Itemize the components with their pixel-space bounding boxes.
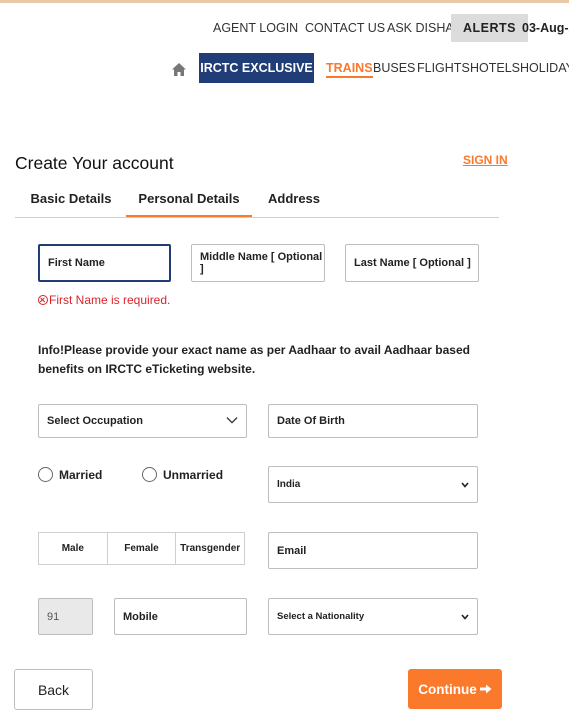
gender-female-button[interactable]: Female	[108, 533, 177, 564]
nav-trains[interactable]: TRAINS	[326, 53, 373, 83]
main-nav: IRCTC EXCLUSIVE TRAINS BUSES FLIGHTS HOT…	[0, 53, 569, 83]
date-of-birth-input[interactable]: Date Of Birth	[268, 404, 478, 438]
ask-disha-link[interactable]: ASK DISHA	[387, 14, 454, 42]
tab-personal-details[interactable]: Personal Details	[126, 185, 252, 217]
married-label: Married	[59, 467, 103, 482]
email-placeholder: Email	[277, 544, 307, 557]
occupation-select[interactable]: Select Occupation	[38, 404, 247, 438]
form-tabs: Basic Details Personal Details Address	[15, 185, 499, 218]
last-name-placeholder: Last Name [ Optional ]	[354, 257, 471, 269]
isd-code-value: 91	[47, 610, 60, 623]
error-text: First Name is required.	[49, 293, 171, 307]
email-input[interactable]: Email	[268, 532, 478, 569]
top-border	[0, 0, 569, 3]
nationality-value: Select a Nationality	[277, 611, 365, 622]
dob-placeholder: Date Of Birth	[277, 415, 345, 427]
alerts-link[interactable]: ALERTS	[451, 14, 528, 42]
mobile-placeholder: Mobile	[123, 610, 158, 623]
mobile-input[interactable]: Mobile	[114, 598, 247, 635]
first-name-error: First Name is required.	[38, 293, 170, 307]
gender-group: Male Female Transgender	[38, 532, 245, 565]
nav-hotels[interactable]: HOTELS	[470, 53, 520, 83]
country-value: India	[277, 479, 301, 490]
home-icon[interactable]	[172, 63, 186, 76]
nav-holidays[interactable]: HOLIDAYS	[520, 53, 569, 83]
current-date: 03-Aug-20	[522, 21, 569, 35]
continue-label: Continue	[418, 681, 477, 697]
unmarried-radio-circle[interactable]	[142, 467, 157, 482]
tab-basic-details[interactable]: Basic Details	[21, 185, 121, 217]
nav-buses[interactable]: BUSES	[373, 53, 415, 83]
married-radio-circle[interactable]	[38, 467, 53, 482]
first-name-placeholder: First Name	[48, 257, 105, 269]
irctc-exclusive-button[interactable]: IRCTC EXCLUSIVE	[199, 53, 314, 83]
top-nav: AGENT LOGIN CONTACT US ASK DISHA ALERTS …	[0, 14, 569, 42]
unmarried-radio[interactable]: Unmarried	[142, 467, 223, 482]
unmarried-label: Unmarried	[163, 467, 224, 482]
gender-transgender-button[interactable]: Transgender	[176, 533, 244, 564]
agent-login-link[interactable]: AGENT LOGIN	[213, 14, 298, 42]
chevron-down-icon	[461, 481, 469, 488]
nationality-select[interactable]: Select a Nationality	[268, 598, 478, 635]
back-label: Back	[37, 681, 70, 698]
occupation-value: Select Occupation	[47, 415, 143, 427]
contact-us-link[interactable]: CONTACT US	[305, 14, 385, 42]
back-button[interactable]: Back	[14, 669, 93, 710]
last-name-input[interactable]: Last Name [ Optional ]	[345, 244, 479, 282]
nav-flights[interactable]: FLIGHTS	[417, 53, 470, 83]
chevron-down-icon	[226, 417, 238, 424]
country-select[interactable]: India	[268, 466, 478, 503]
chevron-down-icon	[461, 613, 469, 620]
gender-male-button[interactable]: Male	[39, 533, 108, 564]
aadhaar-info-text: Info!Please provide your exact name as p…	[38, 343, 470, 376]
page-title: Create Your account	[15, 153, 174, 173]
isd-code-field: 91	[38, 598, 93, 635]
first-name-input[interactable]: First Name	[38, 244, 171, 282]
arrow-right-icon	[479, 684, 492, 694]
middle-name-placeholder: Middle Name [ Optional ]	[200, 251, 323, 275]
tab-address[interactable]: Address	[258, 185, 330, 217]
error-circle-icon	[38, 295, 48, 305]
sign-in-link[interactable]: SIGN IN	[463, 153, 508, 167]
middle-name-input[interactable]: Middle Name [ Optional ]	[191, 244, 325, 282]
continue-button[interactable]: Continue	[408, 669, 502, 709]
married-radio[interactable]: Married	[38, 467, 102, 482]
